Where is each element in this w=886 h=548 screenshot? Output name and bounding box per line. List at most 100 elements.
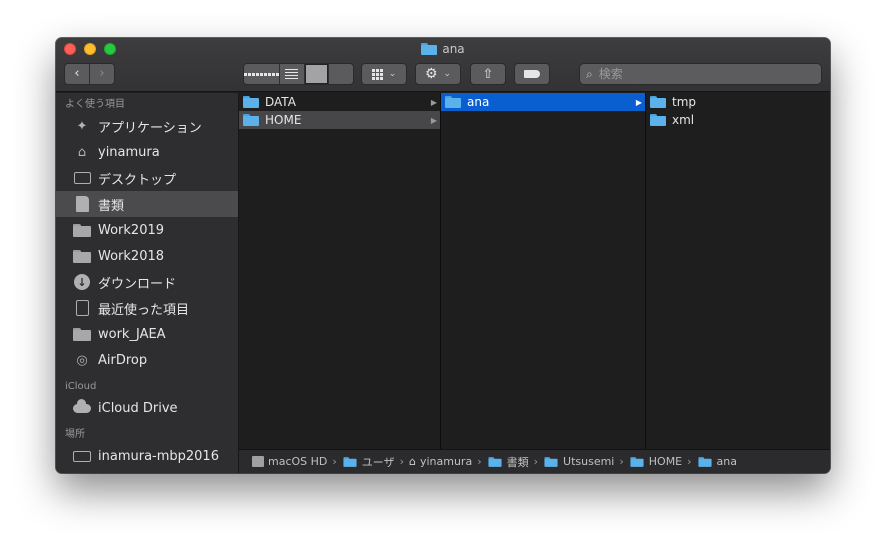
sidebar-item-label: デスクトップ bbox=[98, 172, 177, 188]
group-icon bbox=[371, 68, 383, 80]
path-crumb[interactable]: ⌂ yinamura bbox=[409, 455, 472, 468]
sidebar-item-work2018[interactable]: Work2018 bbox=[56, 243, 238, 269]
group-by-button[interactable]: ⌄ bbox=[361, 63, 407, 85]
path-crumb-label: ana bbox=[716, 455, 737, 468]
desktop-icon bbox=[73, 170, 91, 186]
folder-icon bbox=[544, 456, 558, 467]
folder-icon bbox=[697, 456, 712, 467]
item-name: tmp bbox=[672, 95, 697, 109]
path-crumb-label: HOME bbox=[648, 455, 683, 468]
folder-icon bbox=[650, 96, 666, 108]
list-item[interactable]: HOME ▶ bbox=[239, 111, 440, 129]
finder-window: ana ‹ › ⌄ ⚙ ⌄ ⇧ ⌕ 検索 よく使う項目 ✦ アプリケーション ⌂… bbox=[56, 38, 830, 473]
list-view-button[interactable] bbox=[279, 64, 304, 84]
gear-icon: ⚙ bbox=[424, 66, 438, 82]
path-separator: › bbox=[477, 455, 482, 468]
item-name: ana bbox=[467, 95, 490, 109]
path-bar: macOS HD › ユーザ › ⌂ yinamura › 書類 › Utsus… bbox=[239, 449, 830, 473]
title-bar: ana ‹ › ⌄ ⚙ ⌄ ⇧ ⌕ 検索 bbox=[56, 38, 830, 92]
sidebar-item-documents[interactable]: 書類 bbox=[56, 191, 238, 217]
hard-disk-icon bbox=[252, 456, 264, 467]
path-separator: › bbox=[619, 455, 624, 468]
airdrop-icon: ◎ bbox=[76, 352, 88, 368]
sidebar-item-label: 書類 bbox=[98, 198, 125, 214]
gallery-view-button[interactable] bbox=[328, 64, 353, 84]
back-forward-group: ‹ › bbox=[64, 63, 115, 85]
list-item[interactable]: DATA ▶ bbox=[239, 93, 440, 111]
home-icon: ⌂ bbox=[77, 144, 87, 160]
sidebar-section-header: 場所 bbox=[65, 429, 85, 440]
path-crumb-label: Utsusemi bbox=[563, 455, 615, 468]
path-crumb[interactable]: HOME bbox=[629, 455, 682, 468]
share-button[interactable]: ⇧ bbox=[470, 63, 506, 85]
path-crumb-label: macOS HD bbox=[268, 455, 328, 468]
column-view-button[interactable] bbox=[303, 64, 329, 84]
sidebar-item-home[interactable]: ⌂ yinamura bbox=[56, 139, 238, 165]
folder-icon bbox=[243, 96, 259, 108]
sidebar-item-label: work_JAEA bbox=[98, 326, 166, 342]
search-icon: ⌕ bbox=[586, 66, 593, 81]
list-item[interactable]: tmp bbox=[646, 93, 830, 111]
column-view-icon bbox=[304, 64, 329, 84]
folder-icon bbox=[445, 96, 461, 108]
sidebar-item-work2019[interactable]: Work2019 bbox=[56, 217, 238, 243]
item-name: xml bbox=[672, 113, 695, 127]
search-field[interactable]: ⌕ bbox=[579, 63, 822, 85]
sidebar-item-recents[interactable]: 最近使った項目 bbox=[56, 295, 238, 321]
folder-icon bbox=[343, 456, 357, 467]
applications-icon: ✦ bbox=[76, 118, 88, 134]
sidebar-item-label: inamura-mbp2016 bbox=[98, 448, 219, 464]
sidebar-item-label: アプリケーション bbox=[98, 120, 202, 136]
folder-icon bbox=[243, 114, 259, 126]
path-separator: › bbox=[687, 455, 692, 468]
documents-icon bbox=[73, 196, 91, 212]
chevron-down-icon: ⌄ bbox=[443, 69, 452, 79]
path-crumb-label: ユーザ bbox=[361, 455, 395, 469]
downloads-icon: ↓ bbox=[73, 274, 91, 290]
disclosure-arrow-icon: ▶ bbox=[430, 97, 437, 107]
sidebar-item-downloads[interactable]: ↓ ダウンロード bbox=[56, 269, 238, 295]
sidebar-item-label: AirDrop bbox=[98, 352, 148, 368]
sidebar-item-computer[interactable]: inamura-mbp2016 bbox=[56, 443, 238, 469]
path-crumb-label: yinamura bbox=[419, 455, 473, 468]
path-crumb[interactable]: macOS HD bbox=[252, 455, 327, 468]
sidebar-item-applications[interactable]: ✦ アプリケーション bbox=[56, 113, 238, 139]
folder-icon bbox=[421, 43, 438, 55]
path-crumb[interactable]: ana bbox=[697, 455, 737, 468]
path-separator: › bbox=[399, 455, 404, 468]
sidebar-item-airdrop[interactable]: ◎ AirDrop bbox=[56, 347, 238, 373]
path-crumb[interactable]: 書類 bbox=[487, 454, 529, 470]
cloud-icon bbox=[73, 398, 91, 416]
folder-icon bbox=[73, 326, 91, 342]
search-input[interactable] bbox=[598, 67, 821, 81]
tag-icon bbox=[524, 70, 540, 78]
sidebar-item-icloud-drive[interactable]: iCloud Drive bbox=[56, 395, 238, 421]
path-crumb[interactable]: ユーザ bbox=[342, 454, 395, 470]
gallery-view-icon bbox=[329, 64, 353, 84]
forward-button[interactable]: › bbox=[89, 64, 114, 84]
browser-column-2: ana ▶ bbox=[441, 93, 646, 449]
folder-icon bbox=[630, 456, 644, 467]
folder-icon bbox=[488, 456, 502, 467]
list-item[interactable]: ana ▶ bbox=[441, 93, 645, 111]
tags-button[interactable] bbox=[514, 63, 550, 85]
sidebar-section-header: iCloud bbox=[65, 381, 97, 392]
item-name: HOME bbox=[265, 113, 302, 127]
sidebar-item-label: Work2018 bbox=[98, 248, 165, 264]
window-title: ana bbox=[56, 41, 830, 57]
browser-column-1: DATA ▶ HOME ▶ bbox=[239, 93, 441, 449]
sidebar-item-work-jaea[interactable]: work_JAEA bbox=[56, 321, 238, 347]
disclosure-arrow-icon: ▶ bbox=[430, 115, 437, 125]
list-item[interactable]: xml bbox=[646, 111, 830, 129]
icon-view-icon bbox=[244, 64, 279, 84]
action-menu-button[interactable]: ⚙ ⌄ bbox=[415, 63, 461, 85]
share-icon: ⇧ bbox=[482, 66, 494, 82]
folder-icon bbox=[73, 248, 91, 264]
folder-icon bbox=[73, 222, 91, 238]
path-crumb[interactable]: Utsusemi bbox=[543, 455, 614, 468]
icon-view-button[interactable] bbox=[244, 64, 279, 84]
chevron-down-icon: ⌄ bbox=[388, 69, 397, 79]
sidebar: よく使う項目 ✦ アプリケーション ⌂ yinamura デスクトップ 書類 W… bbox=[56, 93, 239, 473]
sidebar-item-desktop[interactable]: デスクトップ bbox=[56, 165, 238, 191]
back-button[interactable]: ‹ bbox=[65, 64, 89, 84]
